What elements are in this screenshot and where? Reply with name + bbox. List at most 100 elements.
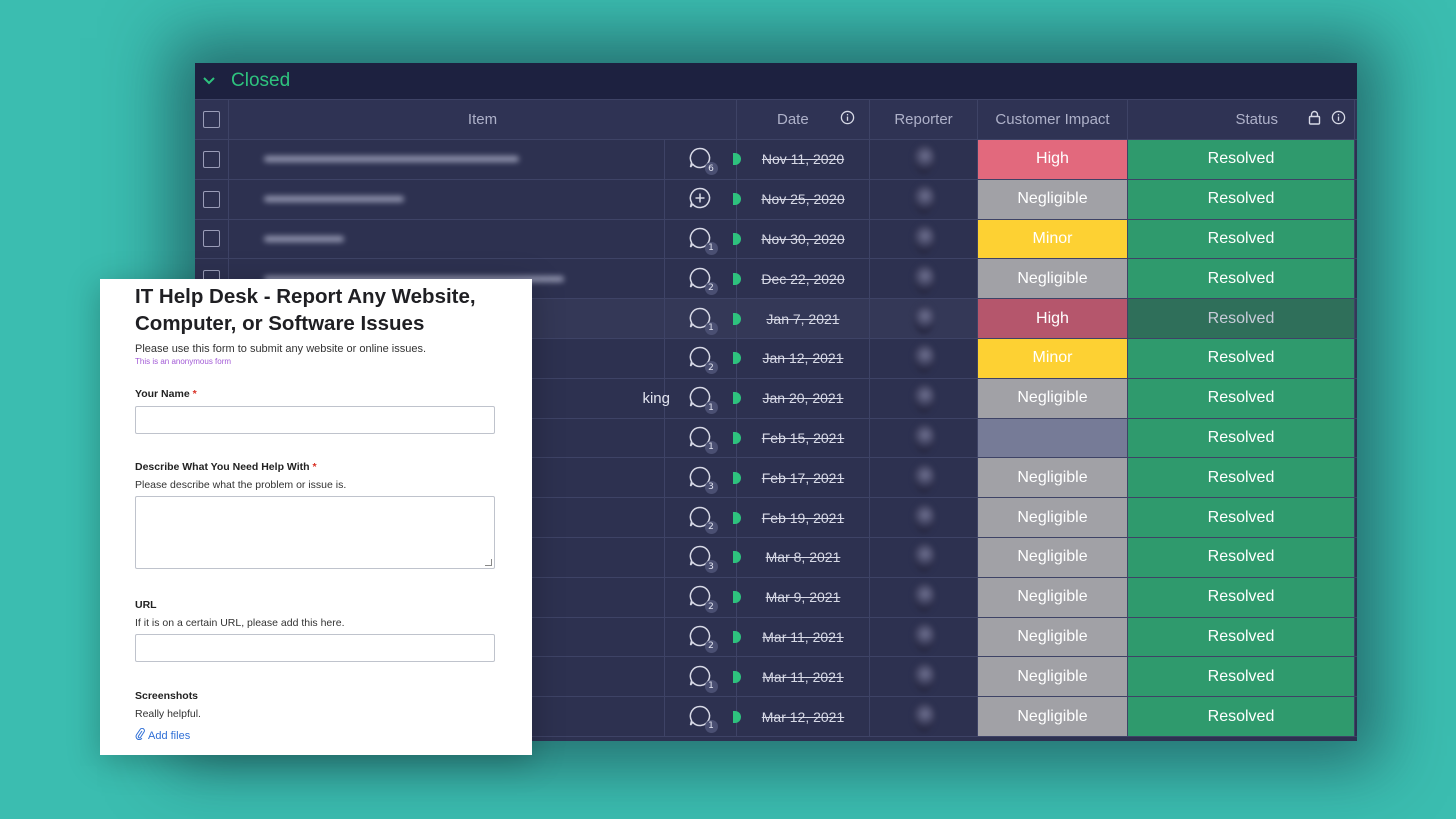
avatar[interactable] — [912, 502, 935, 533]
reporter-cell[interactable] — [870, 378, 978, 418]
chat-bubble-icon[interactable]: 1 — [688, 306, 718, 335]
impact-cell[interactable]: High — [978, 140, 1128, 179]
date-cell[interactable]: Mar 8, 2021 — [733, 537, 870, 577]
avatar[interactable] — [912, 303, 935, 334]
reporter-cell[interactable] — [870, 219, 978, 259]
updates-cell[interactable]: 1 — [665, 299, 737, 338]
chat-bubble-icon[interactable]: 6 — [688, 146, 718, 176]
impact-cell[interactable]: Negligible — [978, 498, 1128, 537]
date-cell[interactable]: Feb 19, 2021 — [733, 498, 870, 537]
updates-cell[interactable]: 2 — [665, 617, 737, 657]
status-cell[interactable]: Resolved — [1128, 259, 1355, 299]
updates-cell[interactable]: 2 — [665, 577, 737, 617]
reporter-cell[interactable] — [870, 697, 978, 736]
chat-bubble-icon[interactable]: 2 — [688, 584, 718, 614]
updates-cell[interactable]: 2 — [665, 338, 737, 378]
chat-bubble-icon[interactable]: 3 — [688, 465, 718, 494]
impact-cell[interactable]: Negligible — [978, 657, 1128, 697]
impact-cell[interactable]: Negligible — [978, 378, 1128, 418]
impact-cell[interactable]: High — [978, 299, 1128, 338]
reporter-cell[interactable] — [870, 140, 978, 179]
updates-cell[interactable]: 3 — [665, 458, 737, 498]
reporter-cell[interactable] — [870, 259, 978, 299]
row-checkbox[interactable] — [203, 190, 220, 208]
date-cell[interactable]: Mar 11, 2021 — [733, 617, 870, 657]
reporter-cell[interactable] — [870, 577, 978, 617]
avatar[interactable] — [912, 343, 935, 374]
avatar[interactable] — [912, 383, 935, 414]
reporter-cell[interactable] — [870, 498, 978, 537]
row-checkbox[interactable] — [203, 150, 220, 168]
status-cell[interactable]: Resolved — [1128, 299, 1355, 338]
date-cell[interactable]: Jan 12, 2021 — [733, 338, 870, 378]
updates-cell[interactable]: 2 — [665, 498, 737, 537]
name-input[interactable] — [135, 406, 495, 434]
status-cell[interactable]: Resolved — [1128, 378, 1355, 418]
chat-bubble-icon[interactable]: 2 — [688, 266, 718, 295]
impact-cell[interactable]: Negligible — [978, 259, 1128, 299]
reporter-cell[interactable] — [870, 338, 978, 378]
reporter-cell[interactable] — [870, 657, 978, 697]
date-cell[interactable]: Jan 7, 2021 — [733, 299, 870, 338]
chat-bubble-icon[interactable]: 2 — [688, 624, 718, 653]
avatar[interactable] — [912, 184, 935, 215]
updates-cell[interactable] — [665, 179, 737, 219]
status-cell[interactable]: Resolved — [1128, 657, 1355, 697]
impact-cell[interactable]: Negligible — [978, 537, 1128, 577]
column-header-item[interactable]: Item — [229, 100, 737, 139]
chat-bubble-icon[interactable]: 1 — [688, 664, 718, 693]
date-cell[interactable]: Mar 12, 2021 — [733, 697, 870, 736]
status-cell[interactable]: Resolved — [1128, 697, 1355, 736]
date-cell[interactable]: Feb 17, 2021 — [733, 458, 870, 498]
status-cell[interactable]: Resolved — [1128, 338, 1355, 378]
updates-cell[interactable]: 1 — [665, 219, 737, 259]
impact-cell[interactable]: Minor — [978, 338, 1128, 378]
status-cell[interactable]: Resolved — [1128, 458, 1355, 498]
row-checkbox[interactable] — [203, 230, 220, 248]
table-row[interactable]: 1 Nov 30, 2020 Minor Resolved — [195, 219, 1357, 260]
chat-bubble-icon[interactable]: 1 — [688, 385, 718, 415]
reporter-cell[interactable] — [870, 418, 978, 458]
reporter-cell[interactable] — [870, 299, 978, 338]
info-icon[interactable] — [840, 110, 855, 129]
updates-cell[interactable]: 1 — [665, 657, 737, 697]
item-cell[interactable] — [229, 219, 665, 259]
status-cell[interactable]: Resolved — [1128, 219, 1355, 259]
date-cell[interactable]: Nov 30, 2020 — [733, 219, 870, 259]
chevron-down-icon[interactable] — [203, 74, 217, 88]
column-header-status[interactable]: Status — [1128, 100, 1355, 139]
impact-cell[interactable]: Negligible — [978, 577, 1128, 617]
avatar[interactable] — [912, 462, 935, 493]
resize-grip-icon[interactable] — [485, 559, 492, 566]
url-input[interactable] — [135, 634, 495, 662]
group-header[interactable]: Closed — [195, 63, 1357, 100]
reporter-cell[interactable] — [870, 458, 978, 498]
status-cell[interactable]: Resolved — [1128, 140, 1355, 179]
impact-cell[interactable]: Negligible — [978, 458, 1128, 498]
date-cell[interactable]: Mar 9, 2021 — [733, 577, 870, 617]
reporter-cell[interactable] — [870, 537, 978, 577]
chat-bubble-icon[interactable]: 2 — [688, 345, 718, 375]
group-title[interactable]: Closed — [231, 70, 290, 92]
avatar[interactable] — [912, 223, 935, 254]
avatar[interactable] — [912, 661, 935, 692]
select-all-checkbox[interactable] — [203, 111, 220, 128]
date-cell[interactable]: Jan 20, 2021 — [733, 378, 870, 418]
updates-cell[interactable]: 2 — [665, 259, 737, 299]
item-name[interactable] — [264, 156, 519, 163]
avatar[interactable] — [912, 582, 935, 613]
add-files-link[interactable]: Add files — [135, 727, 532, 743]
table-row[interactable]: 6 Nov 11, 2020 High Resolved — [195, 140, 1357, 180]
date-cell[interactable]: Mar 11, 2021 — [733, 657, 870, 697]
date-cell[interactable]: Nov 25, 2020 — [733, 179, 870, 219]
item-cell[interactable] — [229, 179, 665, 219]
reporter-cell[interactable] — [870, 179, 978, 219]
date-cell[interactable]: Feb 15, 2021 — [733, 418, 870, 458]
column-header-date[interactable]: Date — [737, 100, 870, 139]
chat-bubble-icon[interactable]: 1 — [688, 704, 718, 733]
avatar[interactable] — [912, 701, 935, 732]
avatar[interactable] — [912, 144, 935, 175]
chat-bubble-icon[interactable]: 1 — [688, 226, 718, 255]
impact-cell[interactable]: Negligible — [978, 179, 1128, 219]
date-cell[interactable]: Nov 11, 2020 — [733, 140, 870, 179]
